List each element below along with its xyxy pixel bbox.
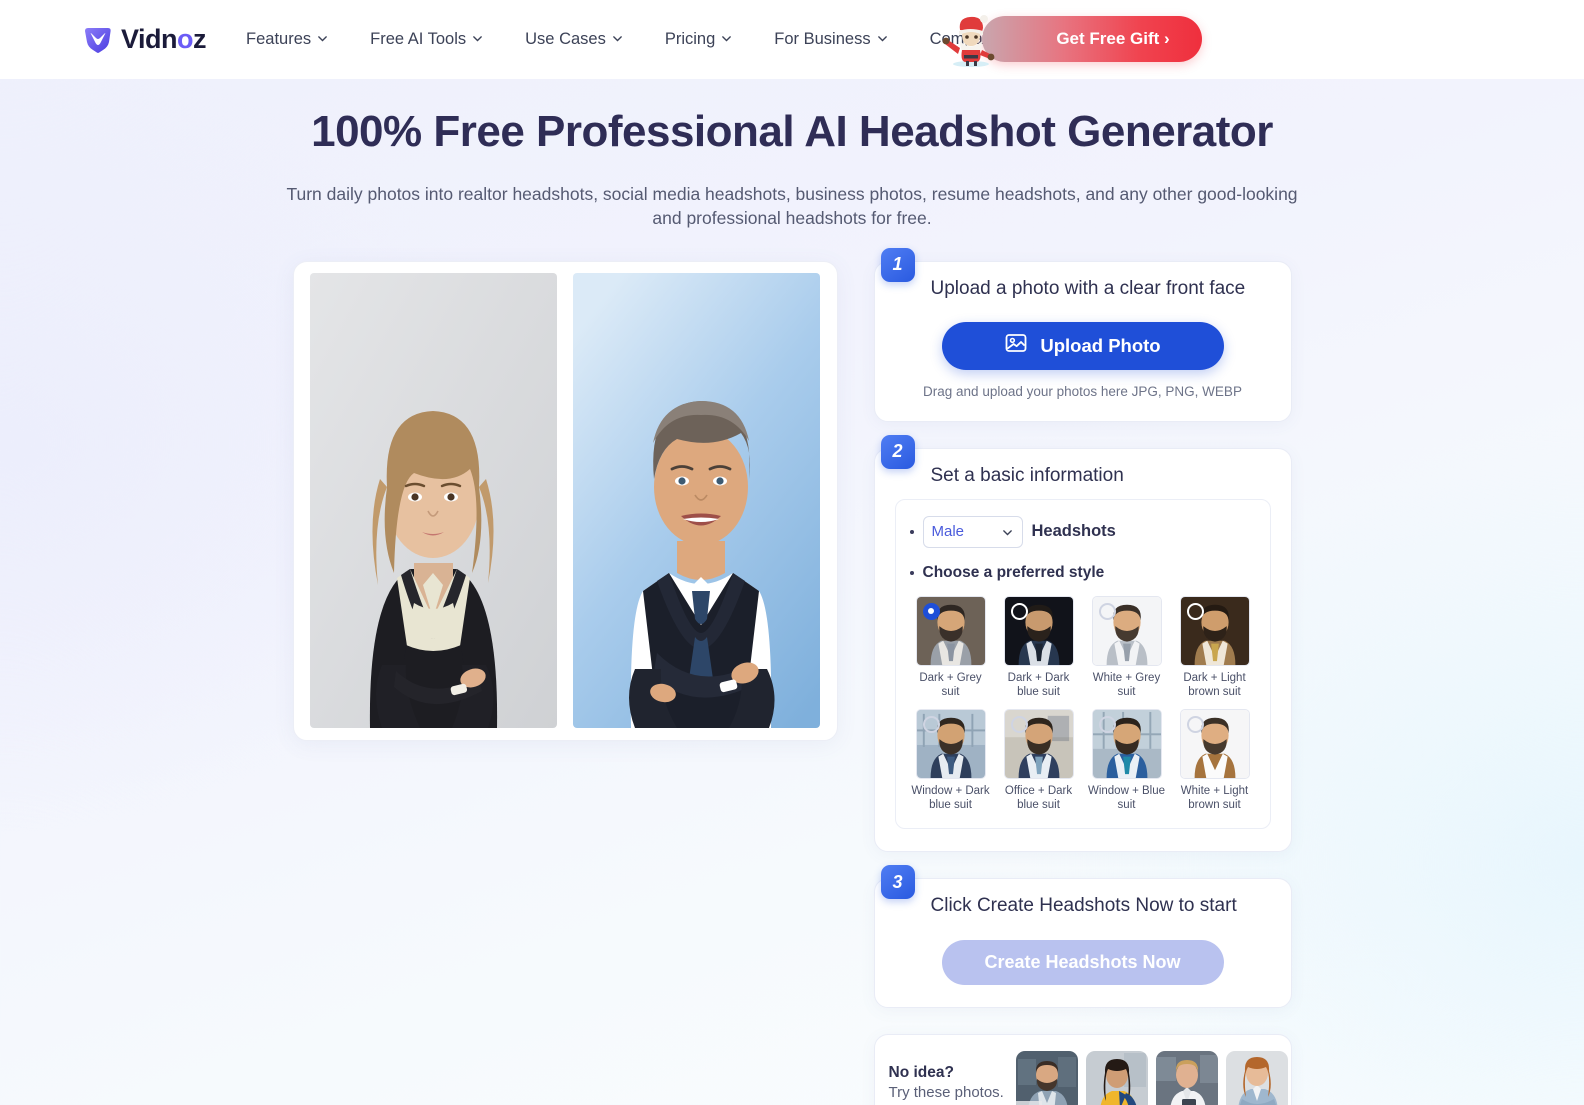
gift-promo: Get Free Gift › — [938, 10, 1202, 68]
upload-hint: Drag and upload your photos here JPG, PN… — [923, 383, 1242, 399]
bullet-dot — [909, 570, 914, 575]
style-radio[interactable] — [1098, 602, 1116, 620]
style-label: Dark + Light brown suit — [1183, 671, 1246, 698]
gender-select[interactable]: Male — [922, 515, 1023, 548]
nav-item-free-ai-tools[interactable]: Free AI Tools — [356, 22, 497, 57]
sample-photo-2[interactable] — [1085, 1051, 1148, 1105]
nav-label: Use Cases — [525, 30, 606, 48]
style-label: Dark + Grey suit — [919, 671, 982, 698]
choose-style-label: Choose a preferred style — [922, 563, 1105, 581]
style-thumbnail — [1179, 595, 1250, 666]
chevron-down-icon — [721, 33, 732, 44]
upload-photo-label: Upload Photo — [1040, 334, 1161, 356]
nav-item-for-business[interactable]: For Business — [760, 22, 901, 57]
gender-row: Male Headshots — [909, 515, 1256, 548]
sample-photo-3[interactable] — [1155, 1051, 1218, 1105]
step-1-badge: 1 — [880, 247, 915, 282]
chevron-down-icon — [1002, 527, 1013, 538]
style-option-dark-dark-blue-suit[interactable]: Dark + Dark blue suit — [998, 595, 1080, 699]
chevron-down-icon — [612, 33, 623, 44]
nav-label: Free AI Tools — [370, 30, 467, 48]
step-2-badge: 2 — [880, 434, 915, 469]
choose-style-row: Choose a preferred style — [909, 563, 1256, 582]
style-label: Window + Dark blue suit — [911, 784, 990, 811]
image-upload-icon — [1004, 331, 1028, 360]
no-idea-card: No idea? Try these photos. — [873, 1034, 1292, 1105]
style-option-window-dark-blue-suit[interactable]: Window + Dark blue suit — [910, 708, 992, 812]
create-headshots-button[interactable]: Create Headshots Now — [941, 940, 1224, 986]
style-option-white-light-brown-suit[interactable]: White + Light brown suit — [1174, 708, 1256, 812]
no-idea-title: No idea? — [888, 1063, 954, 1081]
style-radio[interactable] — [1010, 602, 1028, 620]
preview-card — [292, 260, 838, 741]
logo-text: Vidnoz — [121, 24, 207, 54]
get-free-gift-button[interactable]: Get Free Gift › — [982, 16, 1202, 62]
step-3-badge: 3 — [880, 865, 915, 900]
style-radio[interactable] — [1186, 602, 1204, 620]
style-thumbnail — [1003, 708, 1074, 779]
style-option-dark-grey-suit[interactable]: Dark + Grey suit — [910, 595, 992, 699]
nav-label: For Business — [774, 30, 871, 48]
chevron-down-icon — [472, 33, 483, 44]
sample-photo-4[interactable] — [1225, 1051, 1288, 1105]
vidnoz-v-logo-icon — [82, 24, 114, 56]
step-3-card: 3 Click Create Headshots Now to start Cr… — [873, 865, 1292, 1009]
style-thumbnail — [1091, 708, 1162, 779]
headshots-label: Headshots — [1031, 522, 1116, 541]
main-navigation: Features Free AI Tools Use Cases Pricing… — [232, 22, 1045, 57]
sample-photo-1[interactable] — [1015, 1051, 1078, 1105]
style-option-window-blue-suit[interactable]: Window + Blue suit — [1086, 708, 1168, 812]
style-thumbnail — [915, 595, 986, 666]
bullet-dot — [909, 529, 914, 534]
style-label: White + Light brown suit — [1180, 784, 1249, 811]
style-radio[interactable] — [922, 602, 940, 620]
nav-item-pricing[interactable]: Pricing — [651, 22, 746, 57]
style-label: Window + Blue suit — [1087, 784, 1166, 811]
step-3-title: Click Create Headshots Now to start — [930, 895, 1237, 917]
basic-info-box: Male Headshots Choose a preferred style — [894, 498, 1271, 830]
santa-claus-icon — [938, 10, 1004, 68]
preview-photo-female — [310, 273, 557, 729]
style-grid: Dark + Grey suit Dark + Dark blue suit W… — [910, 595, 1256, 812]
page-subtitle: Turn daily photos into realtor headshots… — [286, 183, 1298, 228]
style-thumbnail — [915, 708, 986, 779]
upload-photo-button[interactable]: Upload Photo — [941, 321, 1224, 370]
nav-item-features[interactable]: Features — [232, 22, 342, 57]
style-option-white-grey-suit[interactable]: White + Grey suit — [1086, 595, 1168, 699]
nav-label: Pricing — [664, 30, 716, 48]
sample-photos-row — [1015, 1051, 1288, 1105]
step-2-title: Set a basic information — [930, 464, 1124, 486]
style-radio[interactable] — [1098, 715, 1116, 733]
no-idea-subtitle: Try these photos. — [888, 1083, 1004, 1101]
step-2-card: 2 Set a basic information Male Headshots… — [873, 434, 1292, 853]
style-thumbnail — [1091, 595, 1162, 666]
nav-item-use-cases[interactable]: Use Cases — [511, 22, 637, 57]
step-1-title: Upload a photo with a clear front face — [930, 277, 1246, 299]
page-title: 100% Free Professional AI Headshot Gener… — [311, 107, 1273, 156]
step-1-card: 1 Upload a photo with a clear front face… — [873, 247, 1292, 422]
no-idea-text: No idea? Try these photos. — [889, 1064, 1004, 1101]
style-label: Dark + Dark blue suit — [1007, 671, 1070, 698]
style-thumbnail — [1003, 595, 1074, 666]
chevron-down-icon — [317, 33, 328, 44]
style-option-office-dark-blue-suit[interactable]: Office + Dark blue suit — [998, 708, 1080, 812]
style-thumbnail — [1179, 708, 1250, 779]
style-label: Office + Dark blue suit — [1004, 784, 1073, 811]
chevron-down-icon — [877, 33, 888, 44]
style-radio[interactable] — [1186, 715, 1204, 733]
site-header: Vidnoz Features Free AI Tools Use Cases … — [0, 0, 1584, 79]
style-option-dark-light-brown-suit[interactable]: Dark + Light brown suit — [1174, 595, 1256, 699]
style-label: White + Grey suit — [1092, 671, 1161, 698]
style-radio[interactable] — [1010, 715, 1028, 733]
steps-column: 1 Upload a photo with a clear front face… — [873, 247, 1292, 1105]
preview-photo-male — [573, 273, 820, 729]
main-content: 1 Upload a photo with a clear front face… — [0, 230, 1584, 1105]
hero-section: 100% Free Professional AI Headshot Gener… — [0, 79, 1584, 230]
style-radio[interactable] — [922, 715, 940, 733]
nav-label: Features — [246, 30, 312, 48]
gender-selected-value: Male — [931, 523, 965, 541]
logo-link[interactable]: Vidnoz — [82, 24, 207, 56]
